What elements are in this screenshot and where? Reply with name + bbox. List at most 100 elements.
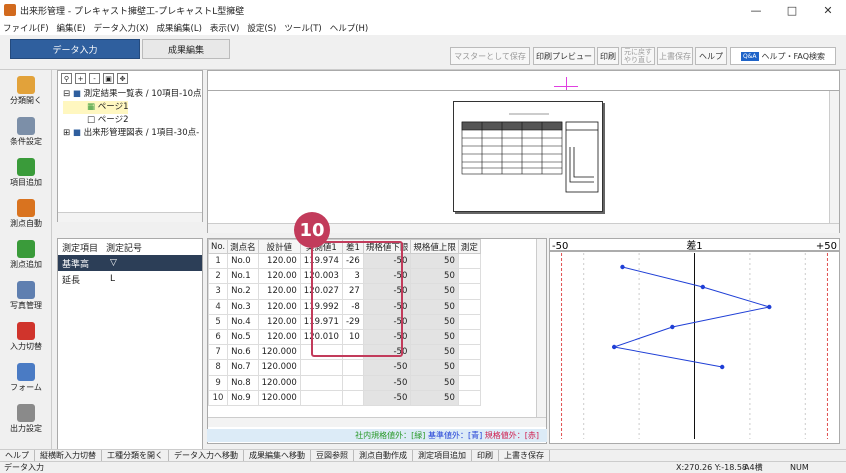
table-cell[interactable]: No.2 bbox=[227, 283, 259, 300]
table-cell[interactable] bbox=[299, 359, 343, 376]
function-button[interactable]: 縦横断入力切替 bbox=[35, 449, 102, 462]
help-faq-search-button[interactable]: Q&A ヘルプ・FAQ検索 bbox=[730, 47, 836, 65]
table-cell-empty[interactable] bbox=[457, 328, 481, 346]
function-button[interactable]: 工種分類を開く bbox=[102, 449, 169, 462]
table-cell[interactable] bbox=[299, 374, 343, 391]
measurement-row[interactable]: 延長 L bbox=[58, 271, 202, 287]
print-preview-button[interactable]: 印刷プレビュー bbox=[533, 47, 595, 65]
function-button[interactable]: データ入力へ移動 bbox=[169, 449, 244, 462]
sidebar-button[interactable]: 条件設定 bbox=[2, 117, 50, 147]
sidebar-button[interactable]: 測点自動 bbox=[2, 199, 50, 229]
tree-node-result-list[interactable]: ⊟ ■ 測定結果一覧表 / 10項目-10点 bbox=[63, 88, 203, 101]
table-cell[interactable] bbox=[341, 389, 364, 406]
table-cell[interactable]: No.0 bbox=[227, 252, 259, 270]
menu-tools[interactable]: ツール(T) bbox=[284, 22, 321, 34]
menu-edit[interactable]: 編集(E) bbox=[57, 22, 86, 34]
function-button[interactable]: 測定項目追加 bbox=[413, 449, 472, 462]
table-cell[interactable]: 50 bbox=[410, 359, 459, 376]
sidebar-button[interactable]: フォーム bbox=[2, 363, 50, 393]
table-cell[interactable]: 4 bbox=[208, 298, 229, 315]
table-cell[interactable]: 3 bbox=[208, 283, 229, 300]
preview-vertical-scrollbar[interactable] bbox=[829, 91, 839, 223]
tree-node-page1[interactable]: ▦ ページ1 bbox=[63, 101, 129, 114]
table-cell[interactable]: 9 bbox=[208, 374, 229, 391]
table-cell[interactable]: No.6 bbox=[227, 344, 259, 361]
table-cell[interactable]: No.8 bbox=[227, 374, 259, 391]
sidebar-button[interactable]: 分類開く bbox=[2, 76, 50, 106]
undo-redo-button[interactable]: 元に戻す やり直し bbox=[621, 47, 655, 65]
table-cell[interactable]: 50 bbox=[410, 268, 459, 285]
table-cell[interactable]: 5 bbox=[208, 313, 229, 330]
table-cell[interactable] bbox=[341, 374, 364, 391]
table-cell[interactable]: -50 bbox=[362, 389, 412, 406]
column-header[interactable]: No. bbox=[208, 239, 229, 254]
zoom-out-icon[interactable]: - bbox=[89, 73, 100, 84]
tab-result-edit[interactable]: 成果編集 bbox=[142, 39, 230, 59]
maximize-icon[interactable]: □ bbox=[774, 0, 810, 20]
function-button[interactable]: ヘルプ bbox=[0, 449, 35, 462]
sidebar-button[interactable]: 項目追加 bbox=[2, 158, 50, 188]
table-cell[interactable] bbox=[299, 389, 343, 406]
measurement-row-selected[interactable]: 基準高 ▽ bbox=[58, 255, 202, 271]
table-cell[interactable]: 120.000 bbox=[257, 374, 301, 391]
function-button[interactable]: 測点自動作成 bbox=[354, 449, 413, 462]
table-cell[interactable] bbox=[341, 359, 364, 376]
column-header[interactable]: 測定 bbox=[457, 239, 481, 254]
table-cell[interactable]: 120.000 bbox=[257, 389, 301, 406]
table-cell-empty[interactable] bbox=[457, 268, 481, 285]
tab-data-input[interactable]: データ入力 bbox=[10, 39, 140, 59]
table-cell[interactable]: 2 bbox=[208, 268, 229, 285]
menu-settings[interactable]: 設定(S) bbox=[247, 22, 276, 34]
table-cell[interactable]: 50 bbox=[410, 298, 459, 315]
table-cell[interactable]: -50 bbox=[362, 359, 412, 376]
table-cell[interactable]: No.9 bbox=[227, 389, 259, 406]
table-cell[interactable]: No.1 bbox=[227, 268, 259, 285]
table-cell[interactable]: No.3 bbox=[227, 298, 259, 315]
function-button[interactable]: 印刷 bbox=[472, 449, 499, 462]
column-header[interactable]: 測点名 bbox=[227, 239, 259, 254]
sidebar-button[interactable]: 測点追加 bbox=[2, 240, 50, 270]
close-icon[interactable]: ✕ bbox=[810, 0, 846, 20]
page-preview[interactable] bbox=[207, 90, 840, 233]
tree-node-page2[interactable]: □ ページ2 bbox=[63, 114, 203, 127]
menu-result-edit[interactable]: 成果編集(L) bbox=[157, 22, 202, 34]
save-as-master-button[interactable]: マスターとして保存 bbox=[450, 47, 530, 65]
table-cell[interactable]: 120.00 bbox=[257, 283, 301, 300]
table-cell[interactable]: No.4 bbox=[227, 313, 259, 330]
table-row[interactable]: 8 No.7 120.000 -50 50 bbox=[208, 359, 481, 376]
table-cell[interactable]: No.7 bbox=[227, 359, 259, 376]
help-button[interactable]: ヘルプ bbox=[695, 47, 727, 65]
table-cell[interactable]: 50 bbox=[410, 328, 459, 346]
table-cell-empty[interactable] bbox=[457, 374, 481, 391]
function-button[interactable]: 成果編集へ移動 bbox=[244, 449, 311, 462]
table-cell-empty[interactable] bbox=[457, 359, 481, 376]
table-cell[interactable]: 120.00 bbox=[257, 252, 301, 270]
overwrite-save-button[interactable]: 上書保存 bbox=[657, 47, 693, 65]
table-cell[interactable]: 50 bbox=[410, 374, 459, 391]
table-row[interactable]: 10 No.9 120.000 -50 50 bbox=[208, 389, 481, 406]
zoom-in-icon[interactable]: + bbox=[75, 73, 86, 84]
table-cell[interactable]: 50 bbox=[410, 252, 459, 270]
table-cell[interactable]: 120.000 bbox=[257, 344, 301, 361]
table-cell[interactable]: 120.00 bbox=[257, 313, 301, 330]
menu-view[interactable]: 表示(V) bbox=[210, 22, 239, 34]
table-cell[interactable]: No.5 bbox=[227, 328, 259, 346]
minimize-icon[interactable]: — bbox=[738, 0, 774, 20]
table-cell[interactable]: 7 bbox=[208, 344, 229, 361]
table-cell-empty[interactable] bbox=[457, 313, 481, 330]
table-cell-empty[interactable] bbox=[457, 283, 481, 300]
menu-data-input[interactable]: データ入力(X) bbox=[94, 22, 149, 34]
table-cell[interactable]: -50 bbox=[362, 374, 412, 391]
sidebar-button[interactable]: 入力切替 bbox=[2, 322, 50, 352]
table-cell[interactable]: 50 bbox=[410, 313, 459, 330]
table-cell[interactable]: 120.00 bbox=[257, 298, 301, 315]
print-button[interactable]: 印刷 bbox=[597, 47, 619, 65]
table-cell[interactable]: 50 bbox=[410, 344, 459, 361]
table-cell-empty[interactable] bbox=[457, 389, 481, 406]
table-cell[interactable]: 6 bbox=[208, 328, 229, 346]
table-cell[interactable]: 120.00 bbox=[257, 268, 301, 285]
table-cell[interactable]: 10 bbox=[208, 389, 229, 406]
table-row[interactable]: 9 No.8 120.000 -50 50 bbox=[208, 374, 481, 391]
table-cell-empty[interactable] bbox=[457, 252, 481, 270]
function-button[interactable]: 上書き保存 bbox=[499, 449, 550, 462]
